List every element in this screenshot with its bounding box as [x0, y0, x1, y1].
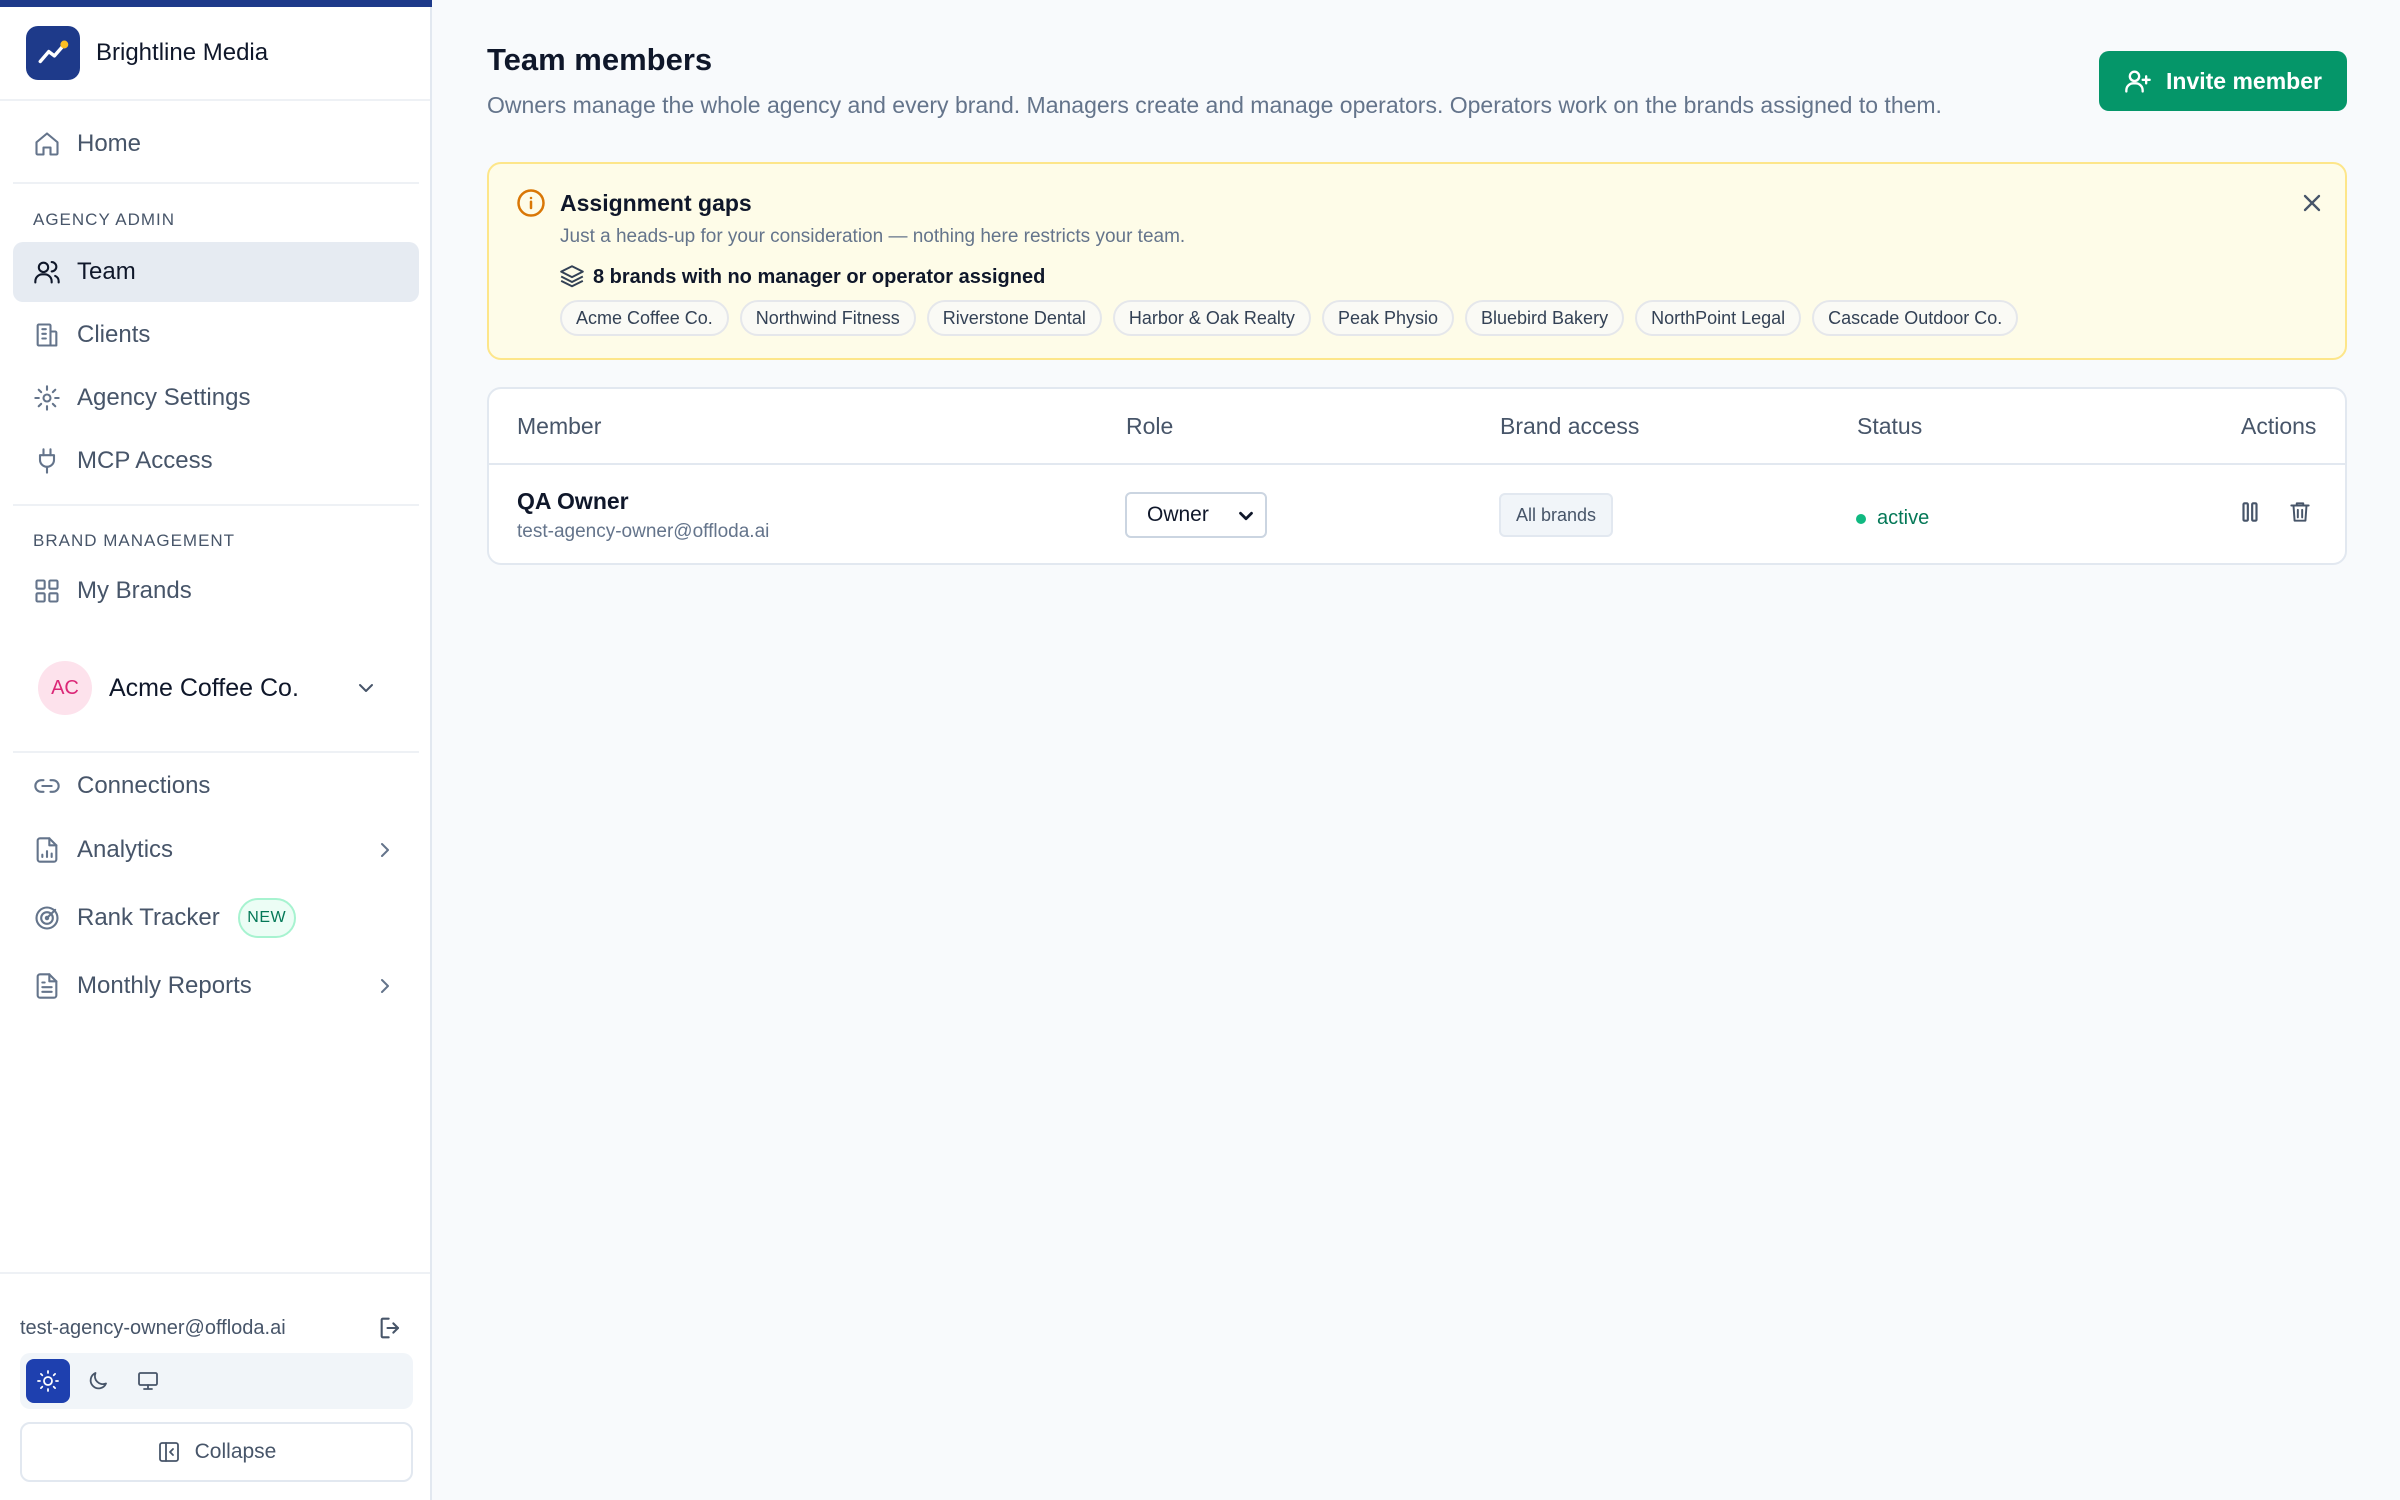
theme-light-button[interactable] [26, 1359, 70, 1403]
sidebar-item-monthly-reports[interactable]: Monthly Reports [13, 956, 419, 1016]
brand-access-badge: All brands [1499, 493, 1613, 537]
sidebar-item-label: Rank Tracker [77, 904, 220, 931]
gaps-summary: 8 brands with no manager or operator ass… [593, 266, 1046, 288]
chevron-right-icon [381, 979, 389, 993]
column-header-brand-access: Brand access [1500, 413, 1640, 439]
org-header[interactable]: Brightline Media [0, 7, 430, 101]
sidebar-item-home[interactable]: Home [13, 114, 419, 174]
role-value: Owner [1147, 503, 1209, 526]
status-label: active [1877, 507, 1930, 529]
alert-title: Assignment gaps [560, 190, 752, 216]
sidebar-item-clients[interactable]: Clients [13, 305, 419, 365]
divider [13, 182, 419, 184]
collapse-button[interactable]: Collapse [20, 1422, 413, 1482]
brand-chip[interactable]: Northwind Fitness [739, 300, 916, 336]
sidebar-item-rank-tracker[interactable]: Rank Tracker NEW [13, 888, 419, 948]
pause-icon[interactable] [2237, 499, 2263, 525]
unassigned-brand-list: Acme Coffee Co. Northwind Fitness Rivers… [560, 300, 2029, 336]
sidebar-footer: test-agency-owner@offloda.ai Collapse [0, 1272, 430, 1500]
radar-icon [35, 906, 59, 930]
assignment-gaps-alert: Assignment gaps Just a heads-up for your… [487, 162, 2347, 360]
divider [489, 463, 2345, 465]
page-subtitle: Owners manage the whole agency and every… [487, 92, 1942, 118]
member-name: QA Owner [517, 488, 629, 514]
page-title: Team members [487, 42, 713, 77]
status-dot [1856, 513, 1866, 524]
theme-system-button[interactable] [126, 1359, 170, 1403]
sidebar-item-label: Monthly Reports [77, 972, 252, 999]
building-icon [36, 323, 58, 347]
logout-icon[interactable] [377, 1314, 405, 1342]
sidebar-item-label: Home [77, 130, 142, 157]
chevron-down-icon [1239, 511, 1253, 521]
sidebar-item-label: Agency Settings [77, 384, 251, 411]
info-icon [517, 189, 545, 217]
home-icon [35, 132, 59, 156]
brand-chip[interactable]: Riverstone Dental [926, 300, 1102, 336]
sidebar-item-team[interactable]: Team [13, 242, 419, 302]
alert-description: Just a heads-up for your consideration —… [560, 226, 1186, 247]
sidebar-item-label: Analytics [77, 836, 174, 863]
divider [13, 504, 419, 506]
link-icon [34, 779, 60, 793]
users-icon [34, 261, 60, 284]
sidebar-item-connections[interactable]: Connections [13, 756, 419, 816]
chevron-down-icon [359, 684, 373, 692]
brand-chip[interactable]: Cascade Outdoor Co. [1812, 300, 2019, 336]
team-members-table: Member Role Brand access Status Actions … [487, 387, 2347, 565]
sidebar-item-label: Team [77, 258, 136, 285]
brand-chip[interactable]: Bluebird Bakery [1465, 300, 1625, 336]
column-header-actions: Actions [2241, 413, 2317, 439]
sidebar-item-agency-settings[interactable]: Agency Settings [13, 368, 419, 428]
trash-icon[interactable] [2287, 499, 2313, 525]
column-header-member: Member [517, 413, 602, 439]
sidebar-item-label: Clients [77, 321, 151, 348]
gear-icon [34, 385, 60, 411]
sidebar-item-analytics[interactable]: Analytics [13, 820, 419, 880]
column-header-status: Status [1857, 413, 1923, 439]
file-chart-icon [36, 837, 58, 863]
invite-member-label: Invite member [2166, 67, 2322, 94]
plug-icon [38, 448, 56, 474]
brand-selector[interactable]: AC Acme Coffee Co. [38, 655, 398, 721]
chevron-right-icon [381, 843, 389, 857]
new-badge: NEW [237, 898, 296, 938]
user-plus-icon [2125, 70, 2151, 93]
sidebar-item-label: My Brands [77, 577, 192, 604]
divider [13, 751, 419, 753]
status-badge: active [1856, 507, 1929, 530]
section-label-agency-admin: AGENCY ADMIN [33, 210, 176, 229]
sidebar: Brightline Media Home AGENCY ADMIN Team … [0, 0, 432, 1500]
theme-switch [20, 1353, 413, 1409]
sidebar-item-label: MCP Access [77, 447, 213, 474]
sun-icon [37, 1370, 59, 1392]
sidebar-collapse-icon [158, 1442, 179, 1462]
collapse-label: Collapse [194, 1440, 277, 1463]
sidebar-item-mcp-access[interactable]: MCP Access [13, 431, 419, 491]
close-icon[interactable] [2298, 189, 2326, 217]
layers-icon [560, 265, 584, 288]
org-name: Brightline Media [96, 39, 269, 66]
member-email: test-agency-owner@offloda.ai [517, 521, 770, 542]
brand-avatar: AC [38, 661, 92, 715]
sidebar-item-label: Connections [77, 772, 211, 799]
brand-chip[interactable]: Peak Physio [1321, 300, 1454, 336]
user-email: test-agency-owner@offloda.ai [20, 1317, 286, 1339]
brand-chip[interactable]: Acme Coffee Co. [560, 300, 729, 336]
brand-chip[interactable]: NorthPoint Legal [1635, 300, 1802, 336]
section-label-brand-management: BRAND MANAGEMENT [33, 531, 236, 550]
grid-icon [35, 579, 59, 603]
column-header-role: Role [1126, 413, 1174, 439]
sidebar-accent-bar [0, 0, 432, 7]
theme-dark-button[interactable] [76, 1359, 120, 1403]
role-select[interactable]: Owner [1125, 492, 1267, 538]
file-text-icon [36, 973, 58, 999]
monitor-icon [138, 1372, 158, 1390]
moon-icon [89, 1372, 107, 1390]
invite-member-button[interactable]: Invite member [2099, 51, 2347, 111]
trending-up-icon [26, 26, 80, 80]
selected-brand-name: Acme Coffee Co. [109, 673, 299, 702]
brand-chip[interactable]: Harbor & Oak Realty [1112, 300, 1311, 336]
sidebar-item-my-brands[interactable]: My Brands [13, 561, 419, 621]
